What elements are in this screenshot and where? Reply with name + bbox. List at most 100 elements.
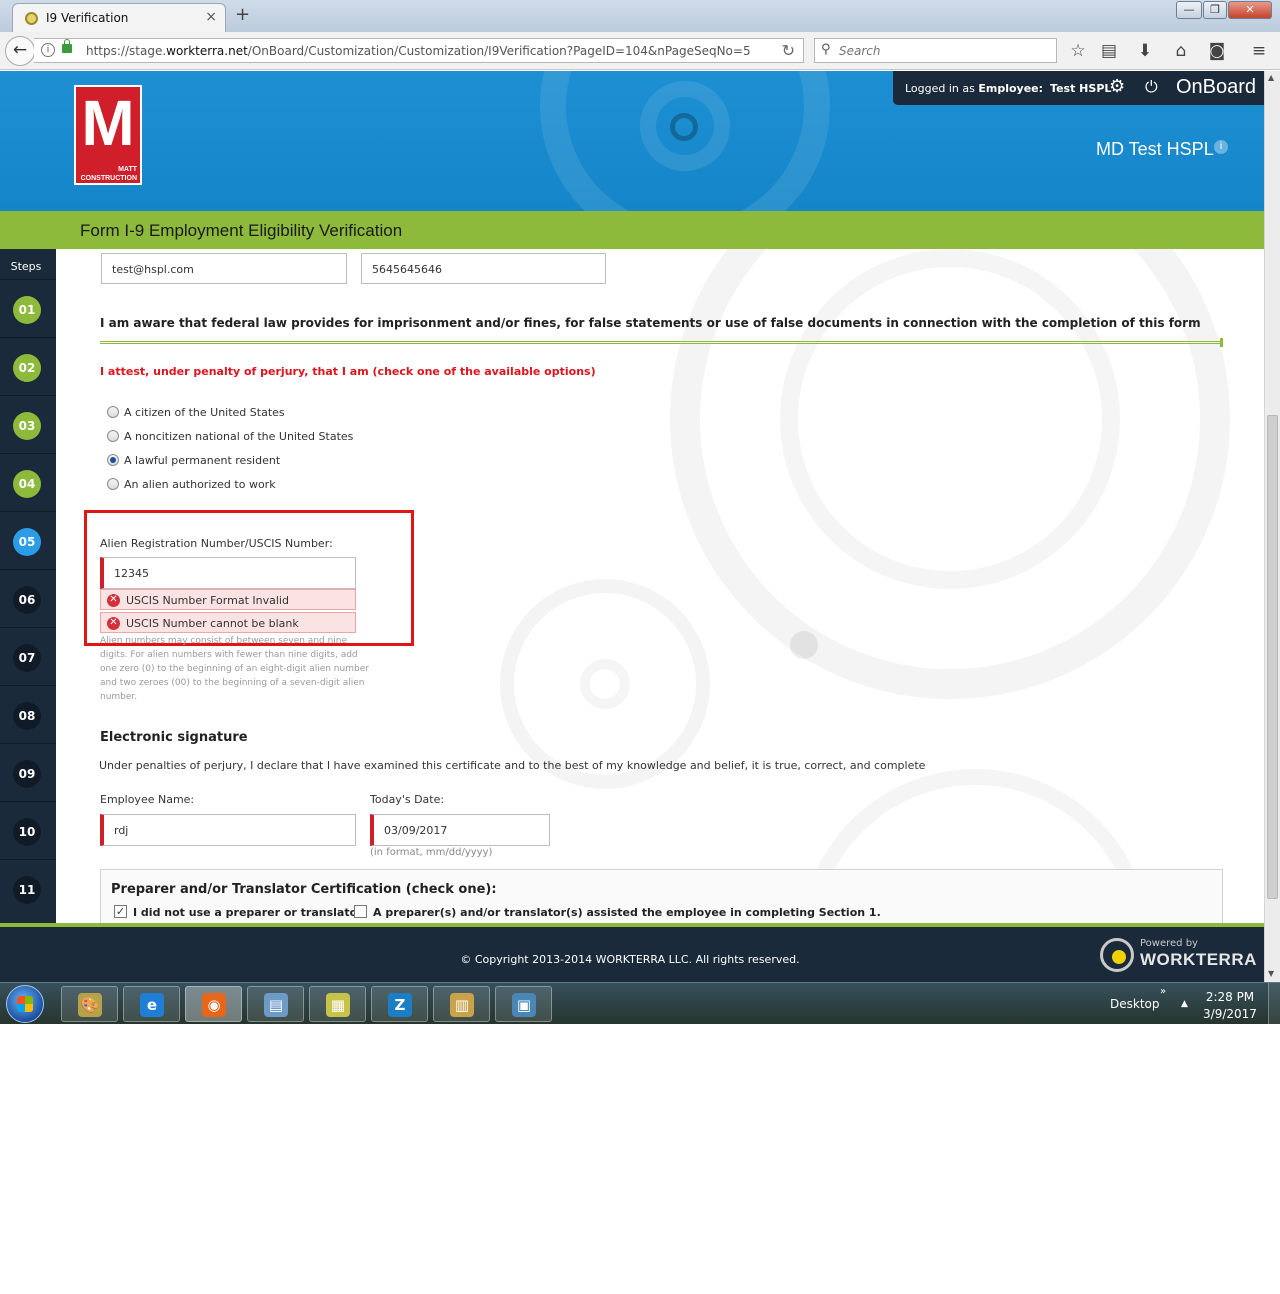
close-tab-icon[interactable]: × (205, 9, 217, 25)
show-desktop-button[interactable] (1268, 983, 1280, 1024)
taskbar-notepad[interactable]: ▤ (247, 986, 304, 1022)
error-message: ✕ USCIS Number cannot be blank (100, 612, 356, 633)
radio-button[interactable] (107, 478, 119, 490)
status-radio-option[interactable]: A lawful permanent resident (107, 453, 407, 469)
site-favicon-icon (25, 12, 38, 25)
power-icon[interactable]: ⏻ (1145, 77, 1158, 97)
taskbar-internet-explorer[interactable]: e (123, 986, 180, 1022)
info-icon[interactable]: i (41, 43, 55, 57)
address-bar[interactable]: i https://stage.workterra.net/OnBoard/Cu… (34, 38, 804, 63)
step-number: 06 (13, 586, 41, 614)
header-decoration (670, 113, 698, 141)
step-08[interactable]: 08 (0, 685, 56, 743)
scroll-down-arrow-icon[interactable]: ▼ (1268, 969, 1274, 978)
step-09[interactable]: 09 (0, 743, 56, 801)
preparer-heading: Preparer and/or Translator Certification… (111, 882, 497, 897)
matt-construction-logo[interactable]: M MATT CONSTRUCTION (74, 85, 142, 185)
scroll-up-arrow-icon[interactable]: ▲ (1268, 73, 1274, 82)
step-number: 04 (13, 470, 41, 498)
taskbar-paint[interactable]: 🎨 (61, 986, 118, 1022)
taskbar-remote-desktop[interactable]: ▣ (495, 986, 552, 1022)
status-radio-option[interactable]: A citizen of the United States (107, 405, 407, 421)
divider (100, 338, 1223, 347)
bookmark-star-icon[interactable]: ☆ (1067, 40, 1089, 62)
copyright-text: © Copyright 2013-2014 WORKTERRA LLC. All… (460, 953, 800, 966)
radio-label: A citizen of the United States (124, 406, 285, 419)
chevron-right-icon[interactable]: » (1160, 986, 1166, 997)
radio-button[interactable] (107, 430, 119, 442)
checkbox-box[interactable]: ✓ (114, 905, 127, 918)
step-06[interactable]: 06 (0, 569, 56, 627)
workterra-logo-icon (1100, 938, 1134, 972)
close-window-button[interactable]: ✕ (1228, 1, 1272, 19)
new-tab-button[interactable]: + (235, 4, 250, 25)
taskbar-file-explorer[interactable]: ▥ (433, 986, 490, 1022)
step-01[interactable]: 01 (0, 279, 56, 337)
clock-time[interactable]: 2:28 PM (1200, 990, 1260, 1004)
alien-number-input[interactable]: 12345 (100, 557, 356, 589)
sticky-notes-icon: ▦ (326, 993, 350, 1017)
desktop-toolbar-label[interactable]: Desktop (1110, 997, 1160, 1011)
start-button[interactable] (6, 985, 44, 1023)
todays-date-label: Today's Date: (370, 793, 445, 806)
attestation-text: I attest, under penalty of perjury, that… (100, 365, 596, 378)
firefox-icon: ◉ (202, 993, 226, 1017)
back-arrow-icon[interactable]: ← (5, 36, 35, 66)
browser-toolbar: ← i https://stage.workterra.net/OnBoard/… (0, 32, 1280, 70)
electronic-signature-heading: Electronic signature (100, 730, 248, 745)
status-radio-option[interactable]: An alien authorized to work (107, 477, 407, 493)
downloads-icon[interactable]: ⬇ (1134, 40, 1156, 62)
reading-list-icon[interactable]: ▤ (1098, 40, 1120, 62)
taskbar-z-app[interactable]: Z (371, 986, 428, 1022)
site-footer: © Copyright 2013-2014 WORKTERRA LLC. All… (0, 927, 1264, 982)
employee-name-input[interactable]: rdj (100, 814, 356, 846)
checkbox-box[interactable] (354, 905, 367, 918)
search-icon: ⚲ (821, 42, 831, 57)
step-02[interactable]: 02 (0, 337, 56, 395)
site-header: M MATT CONSTRUCTION Logged in as Employe… (0, 71, 1264, 211)
workterra-logo[interactable]: Powered by WORKTERRA (1098, 936, 1258, 976)
notepad-icon: ▤ (264, 993, 288, 1017)
taskbar-firefox[interactable]: ◉ (185, 986, 242, 1022)
radio-button[interactable] (107, 406, 119, 418)
internet-explorer-icon: e (140, 993, 164, 1017)
menu-hamburger-icon[interactable]: ≡ (1248, 40, 1270, 62)
taskbar-sticky-notes[interactable]: ▦ (309, 986, 366, 1022)
search-box[interactable]: ⚲ (814, 38, 1057, 63)
page-scrollbar[interactable]: ▲ ▼ (1264, 71, 1280, 982)
step-03[interactable]: 03 (0, 395, 56, 453)
maximize-window-button[interactable]: ❐ (1203, 1, 1227, 19)
status-radio-option[interactable]: A noncitizen national of the United Stat… (107, 429, 407, 445)
scrollbar-thumb[interactable] (1267, 415, 1278, 899)
reload-icon[interactable]: ↻ (782, 41, 795, 60)
todays-date-input[interactable]: 03/09/2017 (370, 814, 550, 846)
step-07[interactable]: 07 (0, 627, 56, 685)
step-number: 11 (13, 876, 41, 904)
pocket-icon[interactable]: ◙ (1206, 40, 1228, 62)
logged-in-text: Logged in as Employee: Test HSPL (905, 82, 1112, 95)
minimize-window-button[interactable]: — (1176, 1, 1202, 19)
error-icon: ✕ (107, 617, 120, 630)
steps-sidebar: Steps 01 02 03 04 05 06 07 08 09 10 11 (0, 249, 56, 925)
file-explorer-icon: ▥ (450, 993, 474, 1017)
url-text[interactable]: https://stage.workterra.net/OnBoard/Cust… (86, 44, 751, 58)
radio-button[interactable] (107, 454, 119, 466)
tray-expand-icon[interactable]: ▲ (1181, 999, 1188, 1009)
info-icon[interactable]: i (1214, 140, 1228, 154)
step-number: 02 (13, 354, 41, 382)
step-05[interactable]: 05 (0, 511, 56, 569)
email-field[interactable]: test@hspl.com (101, 253, 347, 284)
phone-field[interactable]: 5645645646 (361, 253, 606, 284)
search-input[interactable] (839, 42, 1049, 60)
preparer-certification-panel: Preparer and/or Translator Certification… (100, 869, 1223, 929)
step-04[interactable]: 04 (0, 453, 56, 511)
browser-tab-bar: I9 Verification × + — ❐ ✕ (0, 0, 1280, 32)
radio-label: A lawful permanent resident (124, 454, 281, 467)
home-icon[interactable]: ⌂ (1170, 40, 1192, 62)
step-11[interactable]: 11 (0, 859, 56, 917)
step-10[interactable]: 10 (0, 801, 56, 859)
browser-tab[interactable]: I9 Verification × (12, 3, 226, 32)
page-title: Form I-9 Employment Eligibility Verifica… (80, 221, 403, 240)
clock-date[interactable]: 3/9/2017 (1200, 1007, 1260, 1021)
gear-icon[interactable]: ⚙ (1109, 76, 1125, 97)
